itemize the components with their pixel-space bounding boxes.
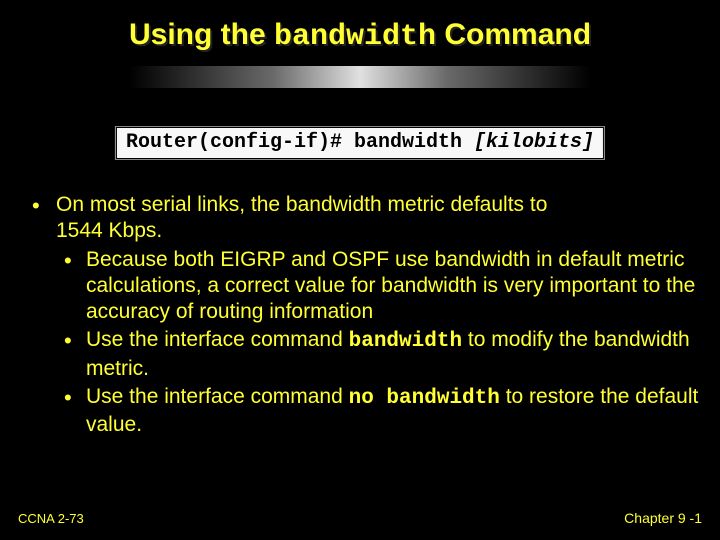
bullet-1-sub-3-code: no bandwidth [349,387,500,410]
bullet-1-sub-1: Because both EIGRP and OSPF use bandwidt… [56,247,700,326]
footer-right: Chapter 9 -1 [624,510,702,526]
bullet-1-sub-2: Use the interface command bandwidth to m… [56,327,700,382]
bullet-1-line2: 1544 Kbps. [56,219,162,242]
bullet-1: On most serial links, the bandwidth metr… [28,192,700,438]
command-argument: [kilobits] [474,131,594,154]
bullet-1-line1: On most serial links, the bandwidth metr… [56,193,547,216]
bullet-1-sub-3-a: Use the interface command [86,385,349,408]
slide: Using the bandwidth Command Router(confi… [0,0,720,540]
bullet-1-sub-3: Use the interface command no bandwidth t… [56,384,700,439]
title-suffix: Command [436,18,591,51]
body-content: On most serial links, the bandwidth metr… [28,192,700,442]
bullet-1-sub-1-text: Because both EIGRP and OSPF use bandwidt… [86,248,695,324]
title-underline-gradient [0,66,720,88]
command-prompt: Router(config-if)# bandwidth [126,131,474,154]
footer-left: CCNA 2-73 [18,511,84,526]
command-syntax-box: Router(config-if)# bandwidth [kilobits] [115,126,605,160]
bullet-1-sub-2-a: Use the interface command [86,328,349,351]
bullet-1-sub-2-code: bandwidth [349,330,462,353]
slide-title: Using the bandwidth Command [0,18,720,54]
title-prefix: Using the [129,18,274,51]
title-code: bandwidth [274,20,436,54]
